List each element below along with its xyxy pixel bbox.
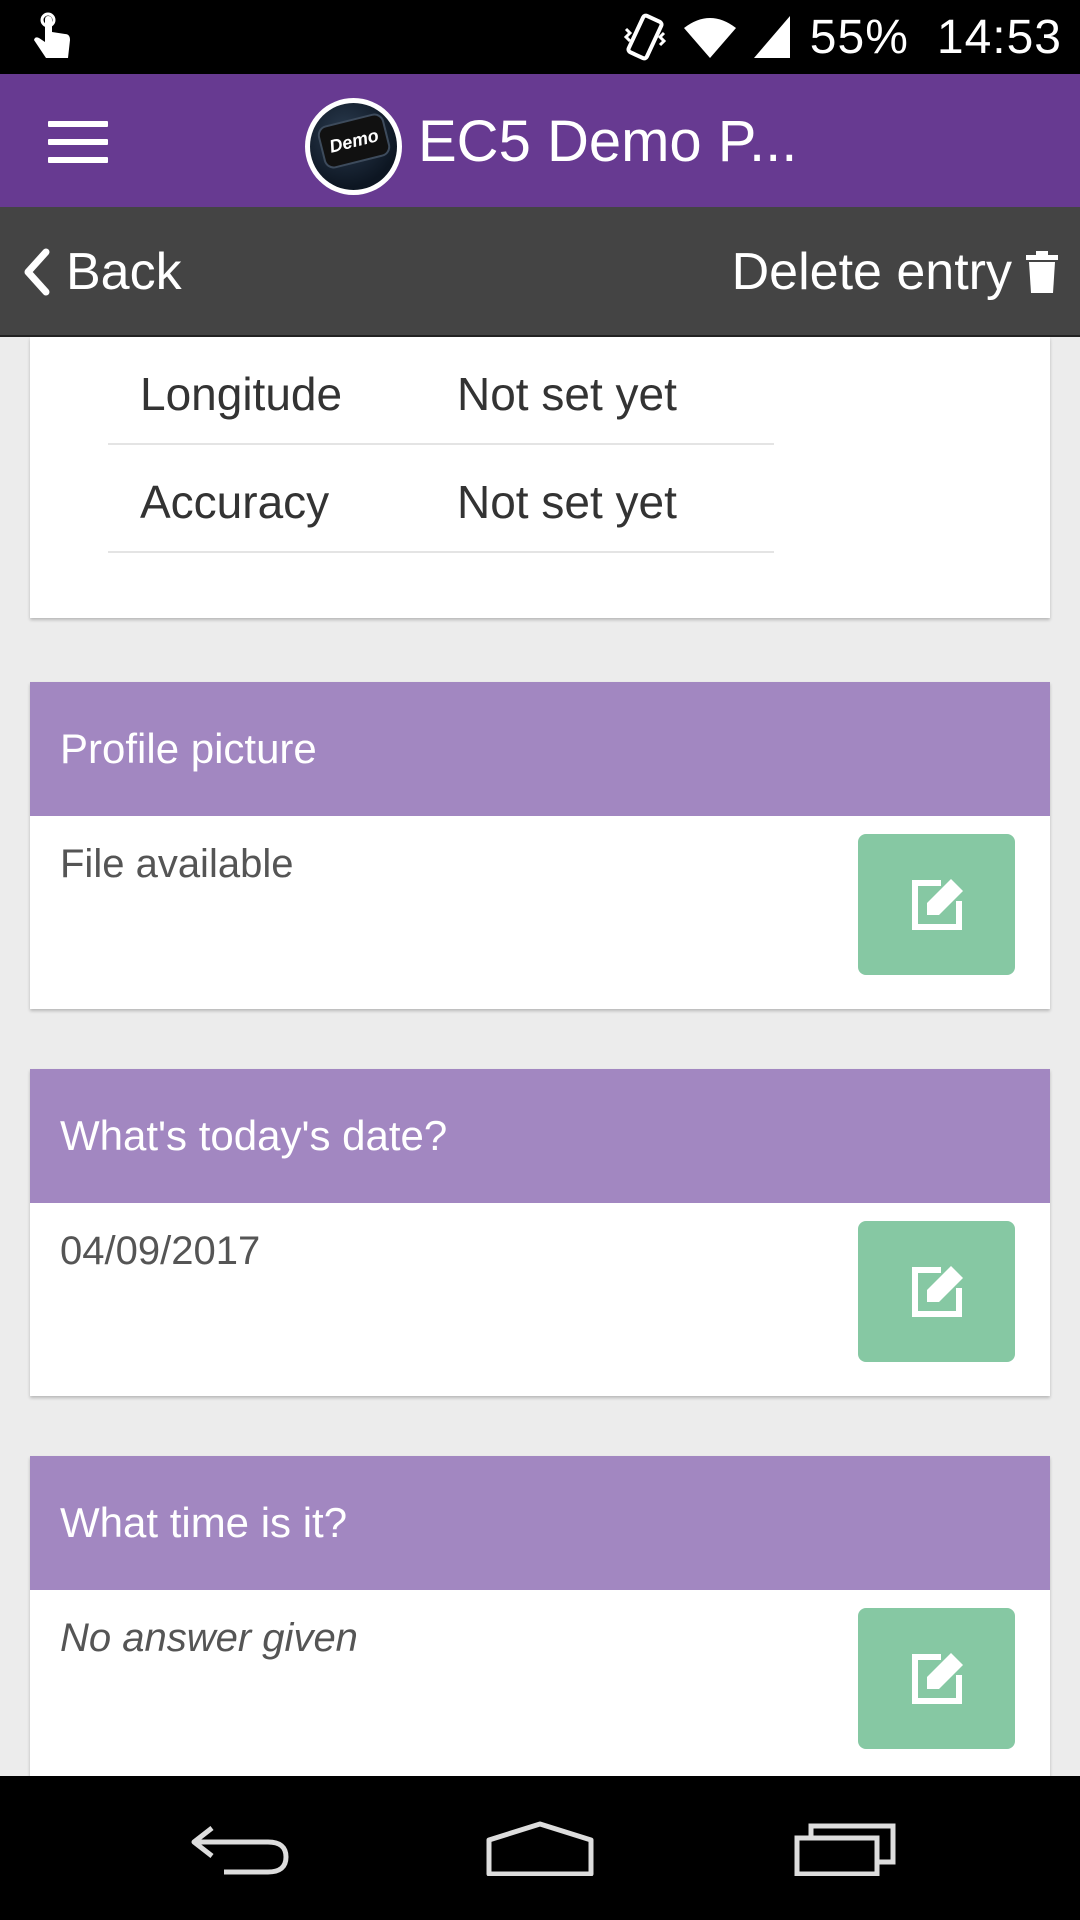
location-row-accuracy: Accuracy Not set yet	[108, 445, 774, 553]
entry-content[interactable]: Longitude Not set yet Accuracy Not set y…	[0, 337, 1080, 1776]
question-title: What time is it?	[30, 1456, 1050, 1590]
edit-button[interactable]	[858, 1221, 1015, 1362]
chevron-left-icon	[24, 248, 50, 296]
action-bar: Back Delete entry	[0, 207, 1080, 337]
location-value: Not set yet	[457, 368, 677, 420]
logo-text: Demo	[327, 125, 381, 157]
location-value: Not set yet	[457, 476, 677, 528]
recents-icon	[794, 1823, 896, 1876]
question-card-time: What time is it? No answer given	[30, 1456, 1050, 1776]
touch-icon	[34, 12, 70, 58]
system-navigation-bar	[0, 1776, 1080, 1920]
edit-icon	[911, 878, 963, 930]
question-answer: No answer given	[60, 1616, 358, 1660]
back-button[interactable]: Back	[22, 207, 182, 337]
delete-entry-button[interactable]: Delete entry	[732, 207, 1058, 337]
question-answer: File available	[60, 842, 294, 886]
vibrate-icon	[623, 13, 666, 61]
edit-icon	[911, 1652, 963, 1704]
edit-button[interactable]	[858, 1608, 1015, 1749]
location-card: Longitude Not set yet Accuracy Not set y…	[30, 337, 1050, 618]
project-logo: Demo	[305, 98, 402, 195]
back-arrow-icon	[191, 1826, 289, 1875]
nav-back-button[interactable]	[180, 1776, 300, 1920]
nav-home-button[interactable]	[480, 1776, 600, 1920]
question-answer: 04/09/2017	[60, 1229, 261, 1273]
home-icon	[486, 1821, 594, 1876]
question-card-profile-picture: Profile picture File available	[30, 682, 1050, 1009]
app-title: EC5 Demo P...	[418, 109, 798, 174]
location-key: Longitude	[140, 368, 343, 420]
app-bar: Demo EC5 Demo P...	[0, 74, 1080, 207]
signal-icon	[753, 16, 790, 58]
trash-icon	[1026, 251, 1058, 293]
delete-entry-label: Delete entry	[731, 243, 1012, 301]
battery-percent: 55%	[809, 10, 909, 64]
edit-icon	[911, 1265, 963, 1317]
edit-button[interactable]	[858, 834, 1015, 975]
question-title: Profile picture	[30, 682, 1050, 816]
nav-recents-button[interactable]	[790, 1776, 900, 1920]
hamburger-menu-icon[interactable]	[48, 121, 108, 163]
question-title: What's today's date?	[30, 1069, 1050, 1203]
wifi-icon	[683, 18, 736, 58]
clock-time: 14:53	[936, 10, 1062, 64]
status-bar: 55% 14:53	[0, 0, 1080, 74]
location-key: Accuracy	[140, 476, 330, 528]
question-card-date: What's today's date? 04/09/2017	[30, 1069, 1050, 1396]
back-button-label: Back	[66, 243, 182, 301]
location-row-longitude: Longitude Not set yet	[108, 337, 774, 445]
